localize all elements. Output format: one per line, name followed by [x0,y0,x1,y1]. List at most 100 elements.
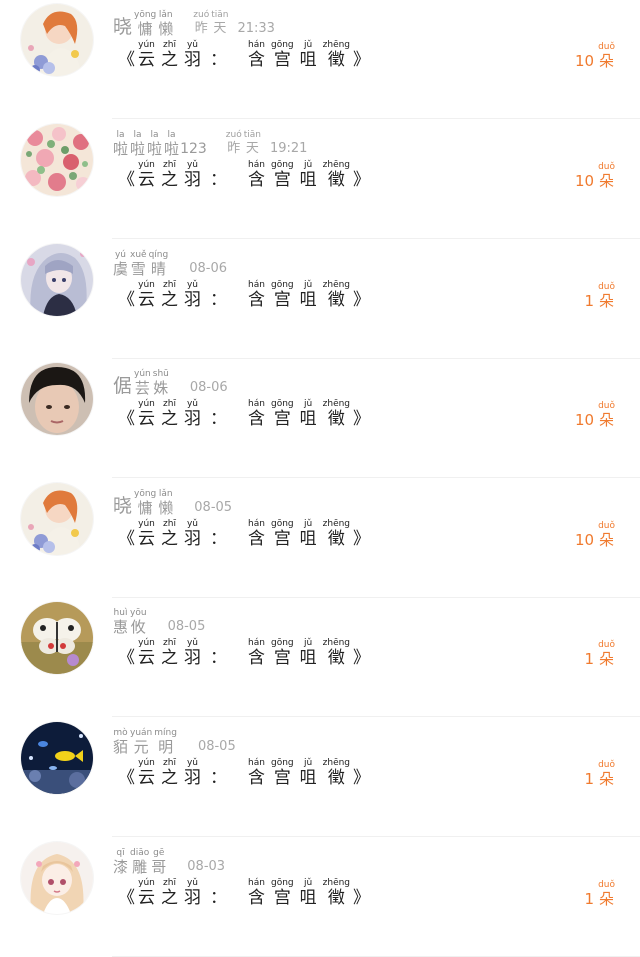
pinyin: qī [116,848,125,858]
avatar[interactable] [21,722,93,794]
row-divider [112,477,640,478]
hanzi: 徵 [327,170,345,190]
time-char: zuó 昨 [226,130,242,158]
user-name[interactable]: 倨 yún 芸 shū 姝 [112,366,170,397]
pinyin: yún [138,40,155,50]
gift-char: zhēng 徵 [323,399,350,429]
name-char: yún 芸 [134,369,151,397]
hanzi: 云 [138,50,155,70]
time-char: tiān 天 [244,130,261,158]
pinyin: zhēng [322,160,351,170]
gift-record-row[interactable]: la 啦 la 啦 la 啦 la 啦 123 zuó 昨 tiān 天 19:21 《 yún 云 zhī 之 yǔ… [0,120,640,239]
pinyin: yún [134,369,151,379]
user-name-line: 倨 yún 芸 shū 姝 08-06 [112,367,228,397]
pinyin: yǔ [186,519,199,529]
gift-char: yǔ 羽 [184,519,201,549]
pinyin: duǒ [598,401,615,411]
name-char: la 啦 [130,130,145,158]
gift-record-row[interactable]: 晓 yōng 慵 lǎn 懒 08-05 《 yún 云 zhī 之 yǔ 羽： hán 含 gōng 宫 jǔ 咀… [0,479,640,598]
user-name[interactable]: mò 貊 yuán 元 míng 明 [112,728,178,756]
gift-record-row[interactable]: qī 漆 diāo 雕 gē 哥 08-03 《 yún 云 zhī 之 yǔ 羽： hán 含 gōng 宫 jǔ… [0,838,640,957]
avatar[interactable] [21,483,93,555]
amount-number: 1 [584,890,595,908]
avatar[interactable] [21,4,93,76]
pinyin: la [116,130,125,140]
close-bracket: 》 [353,409,371,429]
hanzi: 徵 [327,648,345,668]
gift-char: hán 含 [248,280,265,310]
timestamp: 08-05 [197,739,236,754]
hanzi: 羽 [184,768,201,788]
hanzi: 之 [161,290,178,310]
user-name-line: qī 漆 diāo 雕 gē 哥 08-03 [112,846,225,876]
open-bracket: 《 [118,409,135,429]
name-char: la 啦 [147,130,162,158]
gift-record-row[interactable]: huì 惠 yōu 攸 08-05 《 yún 云 zhī 之 yǔ 羽 ： hán 含 gōng 宫 jǔ 咀 zh… [0,598,640,717]
user-name[interactable]: 晓 yōng 慵 lǎn 懒 [112,486,174,517]
user-name[interactable]: yú 虞 xuě 雪 qíng 晴 [112,250,169,278]
pinyin: gōng [271,160,294,170]
gift-name: 《 yún 云 zhī 之 yǔ 羽 ： hán 含 gōng 宫 jǔ 咀 zhēng 徵》 [118,280,370,310]
timestamp: zuó 昨 tiān 天 19:21 [225,130,308,158]
colon: ： [210,529,227,549]
name-char: diāo 雕 [130,848,149,876]
avatar[interactable] [21,124,93,196]
pinyin: yōng [134,489,157,499]
gift-name: 《 yún 云 zhī 之 yǔ 羽 ： hán 含 gōng 宫 jǔ 咀 zhēng 徵》 [118,878,370,908]
gift-char: gōng 宫 [271,40,294,70]
hanzi: 朵 [599,411,615,429]
pinyin: yǔ [186,399,199,409]
hanzi: 啦 [113,140,129,158]
hanzi: 羽 [184,529,201,549]
gift-char: yún 云 [138,399,155,429]
pinyin: gōng [271,40,294,50]
user-name[interactable]: qī 漆 diāo 雕 gē 哥 [112,848,167,876]
hanzi: 徵 [327,529,345,549]
hanzi: 漆 [113,858,129,876]
gift-char: hán 含 [248,40,265,70]
pinyin: hán [248,399,265,409]
gift-record-row[interactable]: yú 虞 xuě 雪 qíng 晴 08-06 《 yún 云 zhī 之 yǔ 羽： hán 含 gōng 宫 j… [0,240,640,359]
user-name[interactable]: la 啦 la 啦 la 啦 la 啦 123 [112,130,207,158]
hanzi: 羽 [184,409,201,429]
hanzi: 倨 [113,375,133,397]
gift-char: zhī 之 [161,399,178,429]
row-divider [112,118,640,119]
gift-char: zhēng 徵 [323,160,350,190]
close-bracket: 》 [353,50,371,70]
hanzi: 徵 [327,290,345,310]
hanzi: 徵 [327,768,345,788]
gift-record-row[interactable]: mò 貊 yuán 元 míng 明 08-05 《 yún 云 zhī 之 yǔ 羽： hán 含 gōng 宫… [0,718,640,837]
user-name[interactable]: 晓 yōng 慵 lǎn 懒 [112,7,174,38]
avatar[interactable] [21,244,93,316]
pinyin: yún [138,758,155,768]
avatar[interactable] [21,602,93,674]
gift-char: jǔ 咀 [300,160,317,190]
pinyin: hán [248,280,265,290]
gift-amount: 10 duǒ 朵 [575,401,616,429]
avatar[interactable] [21,842,93,914]
hanzi: 晓 [113,16,133,38]
pinyin: jǔ [304,638,313,648]
gift-char: jǔ 咀 [300,519,317,549]
timestamp: zuó 昨 tiān 天 21:33 [192,10,275,38]
pinyin: hán [248,519,265,529]
gift-char: jǔ 咀 [300,280,317,310]
pinyin: yún [138,280,155,290]
gift-name: 《 yún 云 zhī 之 yǔ 羽 ： hán 含 gōng 宫 jǔ 咀 zhēng 徵》 [118,399,370,429]
close-bracket: 》 [353,290,371,310]
gift-char: yǔ 羽 [184,40,201,70]
amount-unit: duǒ 朵 [598,401,615,429]
pinyin: jǔ [304,758,313,768]
name-char: yōng 慵 [134,489,156,517]
gift-record-row[interactable]: 晓 yōng 慵 lǎn 懒 zuó 昨 tiān 天 21:33 《 yún 云 zhī 之 yǔ 羽： hán… [0,0,640,119]
avatar[interactable] [21,363,93,435]
amount-unit: duǒ 朵 [598,760,615,788]
hanzi: 云 [138,888,155,908]
pinyin: qíng [148,250,169,260]
name-char: lǎn 懒 [158,489,173,517]
gift-record-row[interactable]: 倨 yún 芸 shū 姝 08-06 《 yún 云 zhī 之 yǔ 羽： hán 含 gōng 宫 jǔ 咀 z… [0,359,640,478]
user-name[interactable]: huì 惠 yōu 攸 [112,608,148,636]
pinyin: la [150,130,159,140]
gift-amount: 1 duǒ 朵 [585,282,616,310]
